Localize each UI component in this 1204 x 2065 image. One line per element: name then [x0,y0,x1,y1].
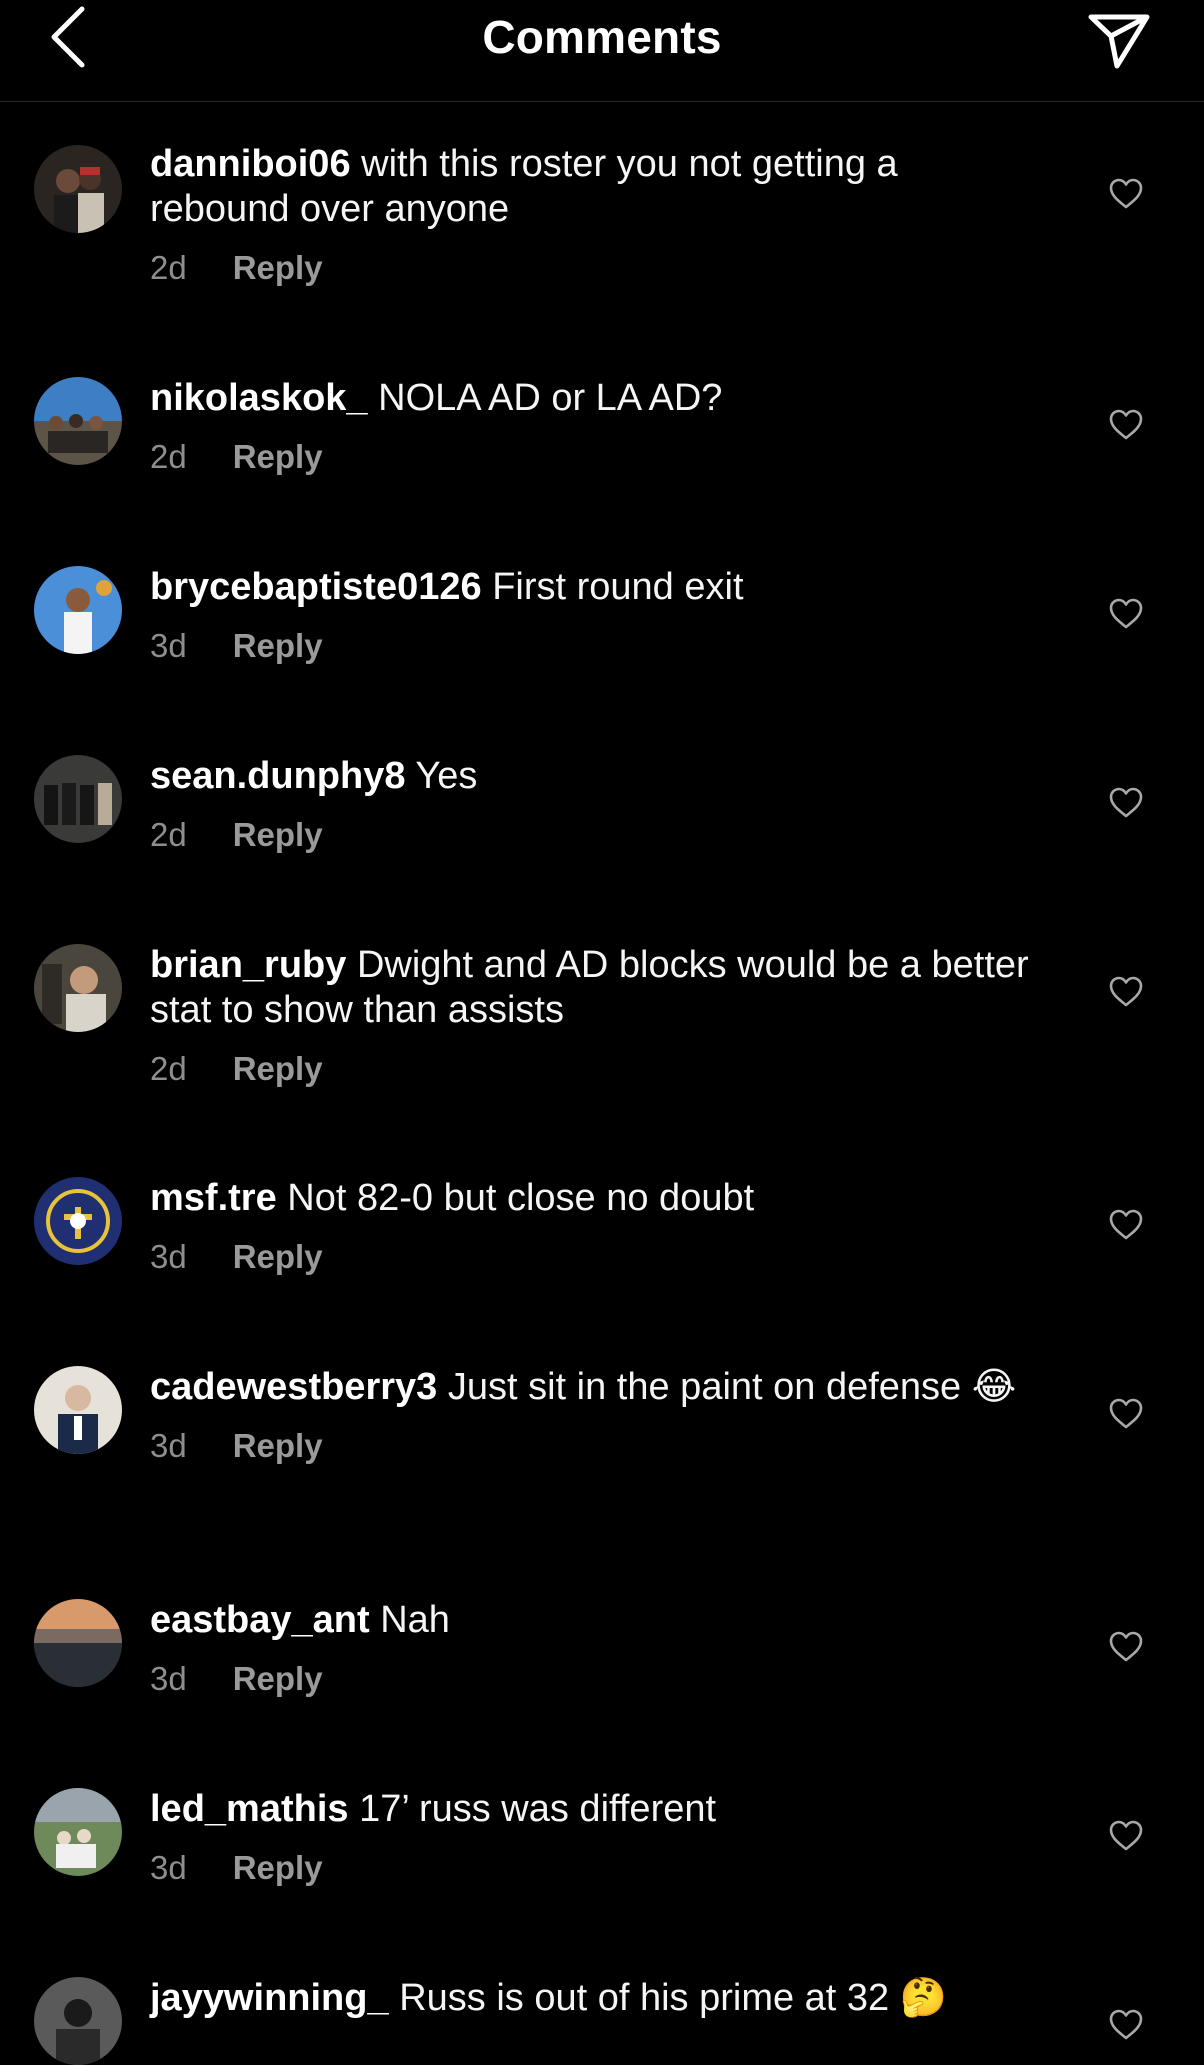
reply-button[interactable]: Reply [233,627,323,665]
comment-username[interactable]: jayywinning_ [150,1977,389,2019]
comment-username[interactable]: led_mathis [150,1788,349,1830]
comment-time: 2d [150,1050,187,1087]
comment-username[interactable]: brycebaptiste0126 [150,566,482,608]
heart-icon[interactable] [1108,176,1144,212]
comment-item: jayywinning_ Russ is out of his prime at… [0,1935,1204,2065]
comment-username[interactable]: eastbay_ant [150,1599,370,1641]
comment-time: 3d [150,1660,187,1697]
header-bar: Comments [0,0,1204,102]
comment-item: led_mathis 17’ russ was different 3d Repl… [0,1746,1204,1935]
avatar[interactable] [34,755,122,843]
comment-text: 17’ russ was different [359,1788,717,1830]
comment-time: 2d [150,249,187,286]
avatar[interactable] [34,1599,122,1687]
comment-time: 3d [150,1427,187,1464]
comment-text: Not 82-0 but close no doubt [287,1177,755,1219]
comment-username[interactable]: msf.tre [150,1177,277,1219]
comment-item: eastbay_ant Nah 3d Reply [0,1557,1204,1746]
avatar[interactable] [34,1788,122,1876]
heart-icon[interactable] [1108,1207,1144,1243]
comment-item: danniboi06 with this roster you not gett… [0,102,1204,335]
send-icon [1088,14,1150,69]
heart-icon[interactable] [1108,596,1144,632]
avatar[interactable] [34,1977,122,2065]
comment-text: Nah [380,1599,450,1641]
reply-button[interactable]: Reply [233,816,323,854]
comment-item: nikolaskok_ NOLA AD or LA AD? 2d Reply [0,335,1204,524]
comment-time: 2d [150,438,187,475]
comment-text: Just sit in the paint on defense 😂 [447,1366,1017,1408]
reply-button[interactable]: Reply [233,249,323,287]
comment-text: Russ is out of his prime at 32 🤔 [399,1977,948,2019]
comment-text: NOLA AD or LA AD? [378,377,723,419]
comment-item: sean.dunphy8 Yes 2d Reply [0,713,1204,902]
comment-text: Yes [415,755,478,797]
avatar[interactable] [34,944,122,1032]
avatar[interactable] [34,377,122,465]
avatar[interactable] [34,1366,122,1454]
comment-item: brycebaptiste0126 First round exit 3d Rep… [0,524,1204,713]
heart-icon[interactable] [1108,2007,1144,2043]
comment-list: danniboi06 with this roster you not gett… [0,102,1204,2065]
heart-icon[interactable] [1108,974,1144,1010]
comment-text: First round exit [492,566,744,608]
heart-icon[interactable] [1108,785,1144,821]
heart-icon[interactable] [1108,1629,1144,1665]
comment-time: 3d [150,1238,187,1275]
reply-button[interactable]: Reply [233,1427,323,1465]
reply-button[interactable]: Reply [233,1849,323,1887]
comment-time: 3d [150,1849,187,1886]
comment-username[interactable]: sean.dunphy8 [150,755,406,797]
comment-username[interactable]: nikolaskok_ [150,377,368,419]
comment-username[interactable]: brian_ruby [150,944,346,986]
avatar[interactable] [34,1177,122,1265]
reply-button[interactable]: Reply [233,1660,323,1698]
share-button[interactable] [1084,6,1154,76]
reply-button[interactable]: Reply [233,1050,323,1088]
avatar[interactable] [34,145,122,233]
comment-item: msf.tre Not 82-0 but close no doubt 3d Re… [0,1135,1204,1324]
heart-icon[interactable] [1108,407,1144,443]
comment-item: cadewestberry3 Just sit in the paint on … [0,1324,1204,1557]
reply-button[interactable]: Reply [233,438,323,476]
avatar[interactable] [34,566,122,654]
heart-icon[interactable] [1108,1396,1144,1432]
comment-username[interactable]: cadewestberry3 [150,1366,437,1408]
comment-username[interactable]: danniboi06 [150,143,351,185]
page-title: Comments [482,11,722,63]
comment-item: brian_ruby Dwight and AD blocks would be… [0,902,1204,1135]
comment-time: 3d [150,627,187,664]
reply-button[interactable]: Reply [233,1238,323,1276]
heart-icon[interactable] [1108,1818,1144,1854]
comment-time: 2d [150,816,187,853]
